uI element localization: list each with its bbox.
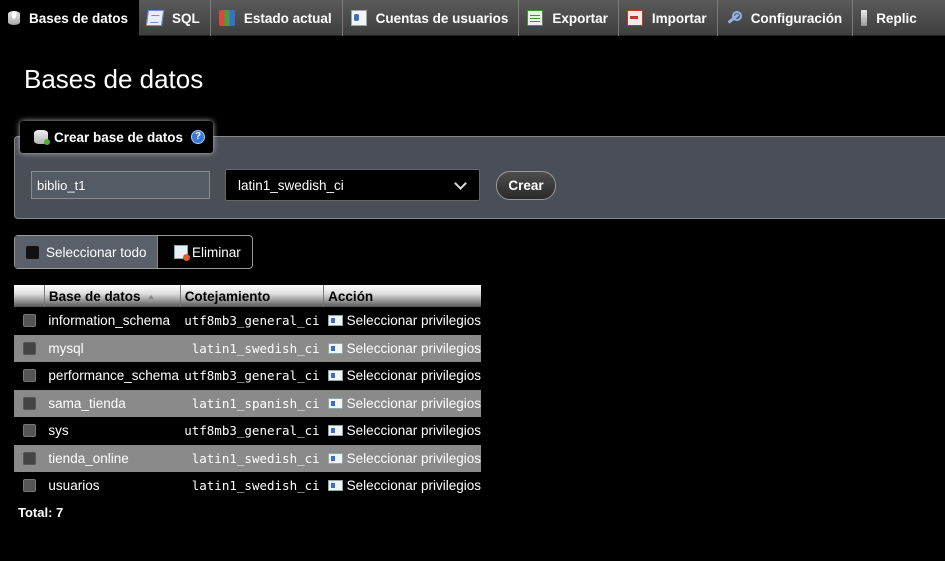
privileges-icon	[327, 315, 343, 327]
database-collation: latin1_spanish_ci	[180, 389, 324, 417]
tab-import[interactable]: Importar	[619, 0, 718, 36]
collation-select[interactable]: latin1_swedish_ci	[225, 169, 480, 201]
row-checkbox[interactable]	[23, 451, 36, 465]
check-privileges-link[interactable]: Seleccionar privilegios	[327, 341, 481, 356]
privileges-icon	[327, 425, 343, 437]
replication-icon	[861, 10, 868, 26]
help-icon[interactable]: ?	[191, 130, 206, 144]
tab-label: Replic	[876, 10, 917, 26]
sort-ascending-icon	[148, 294, 155, 299]
tab-settings[interactable]: Configuración	[718, 0, 854, 36]
privileges-icon	[327, 370, 343, 382]
table-row: mysql latin1_swedish_ci Seleccionar priv…	[14, 334, 481, 362]
database-name-link[interactable]: sys	[44, 417, 181, 445]
check-privileges-link[interactable]: Seleccionar privilegios	[327, 423, 481, 438]
database-name-link[interactable]: sama_tienda	[44, 389, 181, 417]
tab-label: Estado actual	[243, 10, 332, 26]
import-icon	[626, 10, 643, 26]
database-name-link[interactable]: tienda_online	[44, 444, 181, 472]
user-accounts-icon	[350, 10, 367, 26]
database-collation: latin1_swedish_ci	[180, 472, 324, 500]
tab-label: Bases de datos	[29, 10, 129, 26]
row-checkbox[interactable]	[23, 479, 36, 493]
tab-user-accounts[interactable]: Cuentas de usuarios	[343, 0, 520, 36]
chevron-down-icon	[454, 177, 467, 190]
table-row: sama_tienda latin1_spanish_ci Selecciona…	[14, 389, 481, 417]
tab-export[interactable]: Exportar	[519, 0, 619, 36]
header-collation: Cotejamiento	[180, 285, 325, 307]
delete-label: Eliminar	[192, 244, 241, 260]
tab-label: Cuentas de usuarios	[375, 10, 509, 26]
row-checkbox[interactable]	[23, 396, 36, 410]
database-collation: utf8mb3_general_ci	[180, 417, 324, 445]
privileges-icon	[327, 342, 343, 354]
collation-select-value: latin1_swedish_ci	[238, 177, 344, 193]
row-checkbox[interactable]	[23, 369, 36, 383]
privileges-icon	[327, 397, 343, 409]
check-privileges-link[interactable]: Seleccionar privilegios	[327, 478, 481, 493]
export-icon	[527, 10, 544, 26]
database-name-link[interactable]: usuarios	[44, 472, 181, 500]
total-count: Total: 7	[18, 505, 64, 520]
table-header-row: Base de datos Cotejamiento Acción	[14, 285, 481, 307]
check-privileges-link[interactable]: Seleccionar privilegios	[327, 368, 481, 383]
database-name-link[interactable]: performance_schema	[44, 362, 181, 390]
tab-label: Importar	[651, 10, 707, 26]
database-name-link[interactable]: information_schema	[44, 307, 181, 335]
select-all-button[interactable]: Seleccionar todo	[15, 236, 158, 268]
top-tab-bar: Bases de datos SQL Estado actual Cuentas…	[0, 0, 945, 36]
table-row: tienda_online latin1_swedish_ci Seleccio…	[14, 444, 481, 472]
tab-replication[interactable]: Replic	[853, 0, 927, 36]
table-row: sys utf8mb3_general_ci Seleccionar privi…	[14, 417, 481, 445]
create-database-label: Crear base de datos	[54, 129, 184, 145]
tab-label: SQL	[172, 10, 200, 26]
table-row: usuarios latin1_swedish_ci Seleccionar p…	[14, 472, 481, 500]
check-privileges-link[interactable]: Seleccionar privilegios	[327, 396, 481, 411]
page-title: Bases de datos	[24, 64, 204, 94]
create-database-legend: Crear base de datos ?	[20, 121, 213, 153]
table-row: information_schema utf8mb3_general_ci Se…	[14, 307, 481, 335]
select-all-label: Seleccionar todo	[46, 244, 147, 260]
tab-databases[interactable]: Bases de datos	[0, 0, 140, 36]
database-icon	[8, 11, 20, 25]
database-collation: latin1_swedish_ci	[180, 334, 324, 362]
tab-label: Configuración	[750, 10, 843, 26]
database-collation: utf8mb3_general_ci	[180, 362, 324, 390]
database-collation: utf8mb3_general_ci	[180, 307, 324, 335]
row-checkbox[interactable]	[23, 341, 36, 355]
header-database[interactable]: Base de datos	[44, 285, 181, 307]
select-all-checkbox[interactable]	[26, 245, 39, 259]
delete-icon	[174, 245, 190, 261]
database-name-input[interactable]	[31, 171, 210, 199]
privileges-icon	[327, 452, 343, 464]
sql-icon	[145, 10, 165, 26]
database-collation: latin1_swedish_ci	[180, 444, 324, 472]
tab-status[interactable]: Estado actual	[211, 0, 343, 36]
row-checkbox[interactable]	[23, 314, 36, 328]
check-privileges-link[interactable]: Seleccionar privilegios	[327, 451, 481, 466]
header-action: Acción	[323, 285, 481, 307]
status-chart-icon	[218, 10, 235, 26]
check-privileges-link[interactable]: Seleccionar privilegios	[327, 313, 481, 328]
table-row: performance_schema utf8mb3_general_ci Se…	[14, 362, 481, 390]
create-button[interactable]: Crear	[496, 171, 556, 200]
tab-label: Exportar	[552, 10, 608, 26]
database-add-icon	[34, 130, 50, 145]
databases-table: Base de datos Cotejamiento Acción inform…	[14, 285, 481, 500]
row-checkbox[interactable]	[23, 424, 36, 438]
tab-sql[interactable]: SQL	[139, 0, 211, 36]
database-name-link[interactable]: mysql	[44, 334, 181, 362]
header-checkbox-column	[14, 285, 45, 307]
privileges-icon	[327, 480, 343, 492]
delete-button[interactable]: Eliminar	[158, 236, 241, 268]
bulk-actions: Seleccionar todo Eliminar	[14, 235, 253, 269]
wrench-icon	[726, 10, 742, 26]
